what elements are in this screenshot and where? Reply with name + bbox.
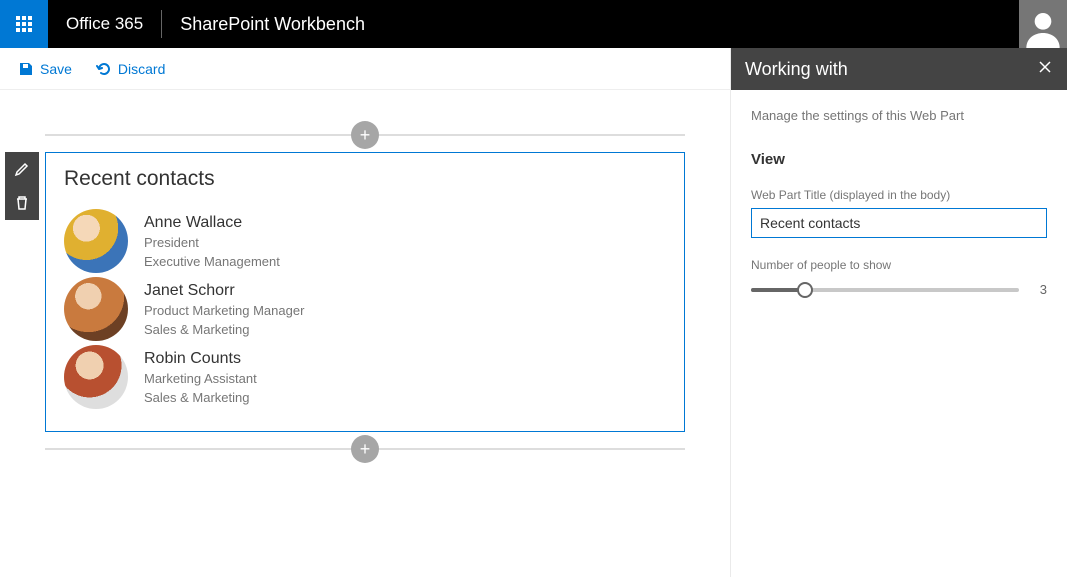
property-pane-description: Manage the settings of this Web Part bbox=[751, 108, 1047, 123]
person-name: Robin Counts bbox=[144, 347, 257, 370]
add-webpart-button-bottom[interactable]: + bbox=[351, 435, 379, 463]
person-row: Anne Wallace President Executive Managem… bbox=[64, 209, 666, 273]
discard-button[interactable]: Discard bbox=[96, 61, 165, 77]
user-avatar[interactable] bbox=[1019, 0, 1067, 48]
property-pane: Working with Manage the settings of this… bbox=[730, 48, 1067, 577]
person-dept: Sales & Marketing bbox=[144, 389, 257, 408]
app-launcher-button[interactable] bbox=[0, 0, 48, 48]
person-dept: Sales & Marketing bbox=[144, 321, 304, 340]
webpart-container: Recent contacts Anne Wallace President E… bbox=[45, 152, 685, 432]
add-webpart-button-top[interactable]: + bbox=[351, 121, 379, 149]
slider-value: 3 bbox=[1027, 282, 1047, 297]
person-name: Janet Schorr bbox=[144, 279, 304, 302]
person-row: Robin Counts Marketing Assistant Sales &… bbox=[64, 345, 666, 409]
section-dropzone-bottom: + bbox=[45, 448, 685, 450]
close-pane-button[interactable] bbox=[1037, 59, 1053, 80]
save-icon bbox=[18, 61, 34, 77]
property-group-name: View bbox=[751, 151, 1047, 168]
waffle-icon bbox=[16, 16, 32, 32]
title-field-label: Web Part Title (displayed in the body) bbox=[751, 188, 1047, 202]
person-photo bbox=[64, 209, 128, 273]
person-photo bbox=[64, 277, 128, 341]
person-dept: Executive Management bbox=[144, 253, 280, 272]
suite-header: Office 365 SharePoint Workbench bbox=[0, 0, 1067, 48]
recent-contacts-webpart[interactable]: Recent contacts Anne Wallace President E… bbox=[45, 152, 685, 432]
property-pane-header: Working with bbox=[731, 48, 1067, 90]
person-photo bbox=[64, 345, 128, 409]
canvas: + Recent contacts Anne Wallace President bbox=[0, 90, 730, 577]
pencil-icon bbox=[14, 161, 30, 177]
person-role: President bbox=[144, 234, 280, 253]
close-icon bbox=[1037, 59, 1053, 75]
webpart-title: Recent contacts bbox=[64, 167, 666, 191]
section-dropzone-top: + bbox=[45, 134, 685, 136]
save-label: Save bbox=[40, 61, 72, 77]
webpart-controls bbox=[5, 152, 39, 220]
person-icon bbox=[1023, 8, 1063, 48]
people-count-slider[interactable] bbox=[751, 288, 1019, 292]
slider-field-label: Number of people to show bbox=[751, 258, 1047, 272]
discard-label: Discard bbox=[118, 61, 165, 77]
person-row: Janet Schorr Product Marketing Manager S… bbox=[64, 277, 666, 341]
person-name: Anne Wallace bbox=[144, 211, 280, 234]
trash-icon bbox=[14, 195, 30, 211]
person-role: Marketing Assistant bbox=[144, 370, 257, 389]
delete-webpart-button[interactable] bbox=[5, 186, 39, 220]
save-button[interactable]: Save bbox=[18, 61, 72, 77]
person-role: Product Marketing Manager bbox=[144, 302, 304, 321]
title-field-input[interactable] bbox=[751, 208, 1047, 238]
brand-label: Office 365 bbox=[48, 14, 161, 34]
slider-thumb[interactable] bbox=[797, 282, 813, 298]
edit-webpart-button[interactable] bbox=[5, 152, 39, 186]
property-pane-title: Working with bbox=[745, 59, 1037, 80]
app-title: SharePoint Workbench bbox=[162, 14, 383, 35]
undo-icon bbox=[96, 61, 112, 77]
